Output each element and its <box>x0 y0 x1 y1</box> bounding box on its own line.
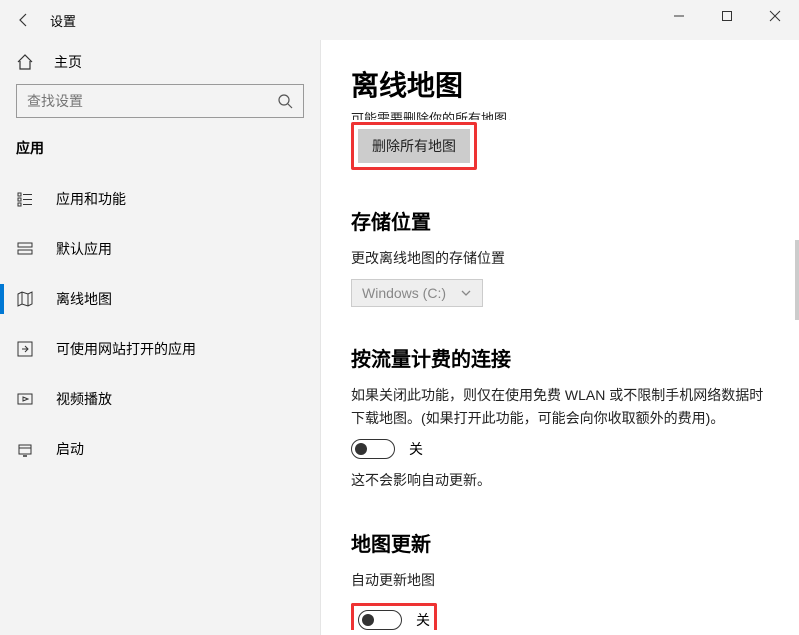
apps-icon <box>17 191 33 207</box>
window-title: 设置 <box>48 11 76 30</box>
storage-select-value: Windows (C:) <box>362 285 446 301</box>
storage-location-select[interactable]: Windows (C:) <box>351 279 483 307</box>
minimize-icon <box>673 10 685 22</box>
sidebar-section-label: 应用 <box>0 132 320 174</box>
sidebar-item-label: 离线地图 <box>56 289 112 309</box>
sidebar-item-video-playback[interactable]: 视频播放 <box>0 374 320 424</box>
metered-toggle[interactable] <box>351 439 395 459</box>
arrow-left-icon <box>16 12 32 28</box>
minimize-button[interactable] <box>655 0 703 32</box>
delete-all-maps-button[interactable]: 删除所有地图 <box>358 129 470 163</box>
main-content: 离线地图 可能需要删除你的所有地图。 删除所有地图 存储位置 更改离线地图的存储… <box>321 40 799 635</box>
open-with-icon <box>17 341 33 357</box>
startup-icon <box>17 441 33 457</box>
sidebar-item-label: 可使用网站打开的应用 <box>56 339 196 359</box>
auto-update-toggle[interactable] <box>358 610 402 630</box>
sidebar-item-web-apps[interactable]: 可使用网站打开的应用 <box>0 324 320 374</box>
toggle-knob-icon <box>362 614 374 626</box>
sidebar-item-label: 视频播放 <box>56 389 112 409</box>
page-title: 离线地图 <box>351 64 769 104</box>
home-icon <box>16 53 34 71</box>
annotation-highlight-delete: 删除所有地图 <box>351 122 477 170</box>
sidebar-item-label: 启动 <box>56 439 84 459</box>
close-icon <box>769 10 781 22</box>
auto-update-toggle-label: 关 <box>416 610 430 630</box>
sidebar-item-label: 默认应用 <box>56 239 112 259</box>
update-heading: 地图更新 <box>351 528 769 557</box>
metered-note: 这不会影响自动更新。 <box>351 469 769 491</box>
sidebar-item-apps-features[interactable]: 应用和功能 <box>0 174 320 224</box>
chevron-down-icon <box>460 287 472 299</box>
metered-description: 如果关闭此功能，则仅在使用免费 WLAN 或不限制手机网络数据时下载地图。(如果… <box>351 384 769 429</box>
sidebar-item-startup[interactable]: 启动 <box>0 424 320 474</box>
maximize-icon <box>721 10 733 22</box>
scrollbar[interactable] <box>795 240 799 320</box>
sidebar: 主页 应用 应用和功能 默认应用 <box>0 40 320 635</box>
update-description: 自动更新地图 <box>351 569 769 591</box>
home-link[interactable]: 主页 <box>0 48 320 84</box>
truncated-note: 可能需要删除你的所有地图。 <box>351 108 769 120</box>
titlebar: 设置 <box>0 0 799 40</box>
sidebar-item-offline-maps[interactable]: 离线地图 <box>0 274 320 324</box>
sidebar-item-label: 应用和功能 <box>56 189 126 209</box>
close-button[interactable] <box>751 0 799 32</box>
sidebar-item-default-apps[interactable]: 默认应用 <box>0 224 320 274</box>
metered-heading: 按流量计费的连接 <box>351 343 769 372</box>
home-label: 主页 <box>54 52 82 72</box>
search-icon <box>277 93 293 109</box>
search-input-wrapper[interactable] <box>16 84 304 118</box>
video-icon <box>17 391 33 407</box>
storage-heading: 存储位置 <box>351 206 769 235</box>
storage-description: 更改离线地图的存储位置 <box>351 247 769 269</box>
search-input[interactable] <box>27 93 277 109</box>
back-button[interactable] <box>0 0 48 40</box>
defaults-icon <box>17 241 33 257</box>
metered-toggle-label: 关 <box>409 439 423 459</box>
annotation-highlight-update-toggle: 关 <box>351 603 437 630</box>
toggle-knob-icon <box>355 443 367 455</box>
maximize-button[interactable] <box>703 0 751 32</box>
map-icon <box>17 291 33 307</box>
